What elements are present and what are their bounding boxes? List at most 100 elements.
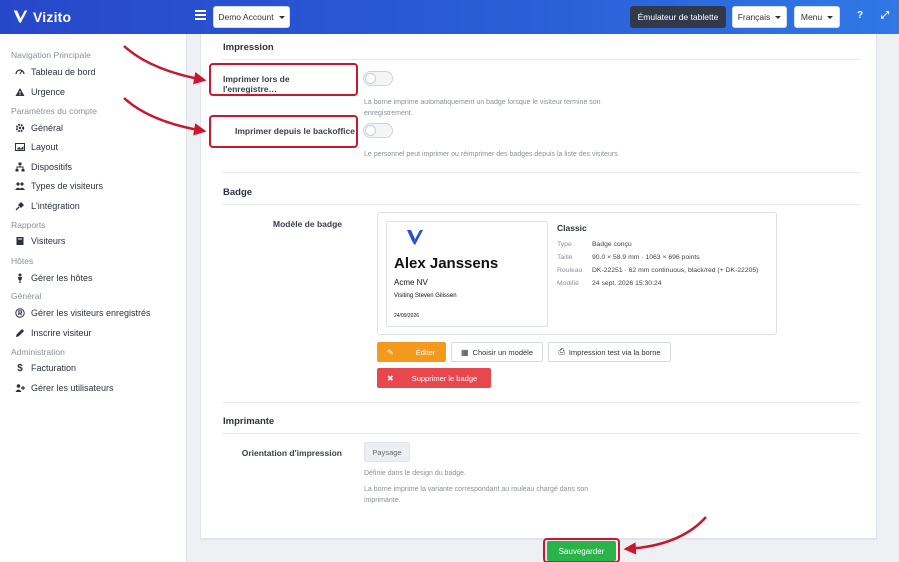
delete-badge-label: Supprimer le badge	[411, 373, 478, 383]
divider	[223, 433, 860, 434]
badge-meta-row: Modifié 24 sept. 2026 15:30:24	[557, 280, 662, 287]
sidebar-item-label: Visiteurs	[31, 236, 66, 246]
meta-key: Type	[557, 241, 572, 248]
account-dropdown[interactable]: Demo Account	[213, 6, 290, 28]
sidebar-item-label: L'intégration	[31, 201, 80, 211]
hamburger-menu-icon[interactable]	[195, 10, 206, 22]
meta-value: Badge conçu	[592, 241, 632, 248]
meta-key: Taille	[557, 254, 573, 261]
highlight-box	[209, 115, 358, 148]
app-name: Vizito	[33, 8, 72, 25]
print-on-register-toggle[interactable]	[363, 71, 393, 86]
badge-template-name: Classic	[557, 223, 587, 233]
print-orientation-value: Paysage	[364, 442, 410, 462]
menu-dropdown[interactable]: Menu	[794, 6, 840, 28]
registered-icon	[15, 308, 25, 318]
choose-model-label: Choisir un modèle	[472, 347, 533, 357]
orientation-help-1: Définie dans le design du badge.	[364, 470, 466, 477]
sidebar-item-registered-visitors[interactable]: Gérer les visiteurs enregistrés	[15, 305, 151, 321]
badge-date: 24/09/2026	[394, 313, 420, 319]
user-plus-icon	[15, 383, 25, 393]
sitemap-icon	[15, 162, 25, 172]
divider	[223, 204, 860, 205]
expand-icon[interactable]: ⤢	[879, 10, 891, 22]
caret-down-icon	[827, 15, 834, 19]
print-on-register-help: La borne imprime automatiquement un badg…	[364, 99, 601, 117]
tablet-emulator-label: Émulateur de tablette	[637, 12, 719, 22]
gear-icon	[15, 123, 25, 133]
sidebar-item-visitor-types[interactable]: Types de visiteurs	[15, 178, 103, 194]
sidebar-item-label: Général	[31, 123, 64, 133]
print-from-backoffice-toggle[interactable]	[363, 123, 393, 138]
vizito-logo-icon	[13, 10, 28, 24]
app-logo[interactable]: Vizito	[12, 8, 71, 25]
divider	[223, 172, 860, 173]
sidebar-item-hosts[interactable]: Gérer les hôtes	[15, 270, 93, 286]
main-content: Impression Imprimer lors de l'enregistre…	[187, 34, 899, 562]
book-icon	[15, 236, 25, 246]
test-print-button[interactable]: ⎙ Impression test via la borne	[548, 342, 671, 362]
divider	[223, 59, 860, 60]
badge-meta-row: Rouleau DK-22251 · 62 mm continuous, blac…	[557, 267, 758, 274]
print-from-backoffice-help: Le personnel peut imprimer ou réimprimer…	[364, 151, 620, 158]
edit-badge-button[interactable]: ✎ Éditer	[377, 342, 446, 362]
sidebar-item-users[interactable]: Gérer les utilisateurs	[15, 380, 114, 396]
tablet-emulator-button[interactable]: Émulateur de tablette	[630, 6, 726, 28]
meta-key: Rouleau	[557, 267, 583, 274]
badge-visiting: Visiting Steven Gilissen	[394, 293, 457, 299]
sidebar-item-label: Gérer les visiteurs enregistrés	[31, 308, 151, 318]
dashboard-icon	[15, 67, 25, 77]
highlight-box	[209, 63, 358, 96]
sidebar-item-label: Gérer les utilisateurs	[31, 383, 114, 393]
meta-value: DK-22251 · 62 mm continuous, black/red (…	[592, 267, 759, 274]
sidebar-section-title: Rapports	[11, 220, 46, 230]
meta-key: Modifié	[557, 280, 579, 287]
printer-section-title: Imprimante	[223, 416, 275, 427]
badge-meta-row: Taille 90.0 × 58.9 mm · 1063 × 696 points	[557, 254, 700, 261]
sidebar-item-label: Dispositifs	[31, 162, 73, 172]
grid-icon: ▦	[460, 347, 469, 357]
sidebar-item-label: Types de visiteurs	[31, 181, 104, 191]
badge-visitor-name: Alex Janssens	[394, 255, 499, 272]
badge-section-title: Badge	[223, 187, 253, 198]
sidebar-item-layout[interactable]: Layout	[15, 139, 58, 155]
pencil-icon	[15, 328, 25, 338]
sidebar-item-visiteurs[interactable]: Visiteurs	[15, 233, 65, 249]
account-dropdown-label: Demo Account	[218, 12, 274, 22]
toggle-knob	[365, 125, 376, 136]
orientation-value-label: Paysage	[372, 447, 402, 457]
badge-model-label: Modèle de badge	[273, 219, 342, 229]
sidebar-item-dashboard[interactable]: Tableau de bord	[15, 64, 96, 80]
top-bar: Vizito Demo Account Émulateur de tablett…	[0, 0, 899, 34]
help-icon[interactable]: ?	[854, 10, 866, 22]
sidebar-item-dispositifs[interactable]: Dispositifs	[15, 159, 72, 175]
sidebar-item-billing[interactable]: $ Facturation	[15, 360, 76, 376]
sidebar-section-title: Hôtes	[11, 256, 34, 266]
sidebar-section-title: Paramètres du compte	[11, 106, 97, 116]
badge-preview-card[interactable]: Alex Janssens Acme NV Visiting Steven Gi…	[386, 221, 548, 327]
sidebar-item-label: Tableau de bord	[31, 67, 96, 77]
choose-model-button[interactable]: ▦ Choisir un modèle	[451, 342, 543, 362]
meta-value: 24 sept. 2026 15:30:24	[592, 280, 662, 287]
language-dropdown[interactable]: Français	[732, 6, 787, 28]
test-print-label: Impression test via la borne	[568, 347, 661, 357]
sidebar-item-label: Gérer les hôtes	[31, 273, 93, 283]
divider	[223, 402, 860, 403]
print-icon: ⎙	[558, 347, 565, 356]
users-icon	[15, 181, 25, 191]
sidebar-item-urgence[interactable]: Urgence	[15, 84, 65, 100]
badge-company: Acme NV	[394, 278, 428, 287]
language-label: Français	[737, 12, 771, 22]
orientation-help-2: La borne imprime la variante corresponda…	[364, 486, 589, 504]
image-icon	[15, 142, 25, 152]
edit-badge-label: Éditer	[415, 347, 436, 357]
close-icon: ✖	[387, 373, 394, 383]
sidebar-item-integration[interactable]: L'intégration	[15, 198, 80, 214]
warning-icon	[15, 87, 25, 97]
delete-badge-button[interactable]: ✖ Supprimer le badge	[377, 368, 491, 388]
sidebar-item-register-visitor[interactable]: Inscrire visiteur	[15, 325, 92, 341]
sidebar-item-general[interactable]: Général	[15, 120, 63, 136]
caret-down-icon	[278, 15, 285, 19]
sidebar-section-title: Général	[11, 291, 42, 301]
impression-section-title: Impression	[223, 42, 274, 53]
